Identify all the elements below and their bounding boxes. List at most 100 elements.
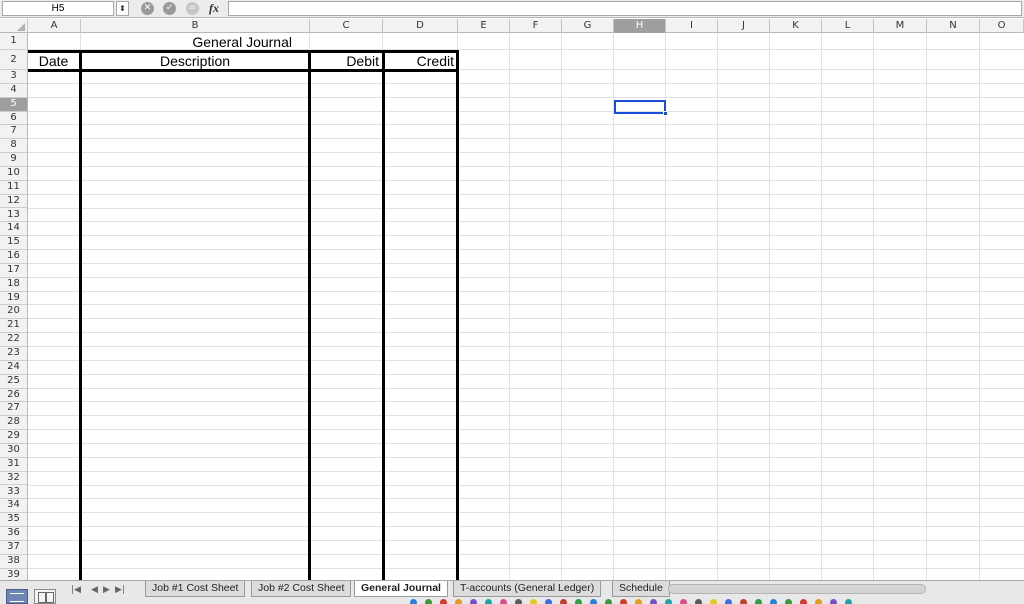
column-header-i[interactable]: I <box>666 19 718 33</box>
row-header-14[interactable]: 14 <box>0 222 27 237</box>
row-header-26[interactable]: 26 <box>0 389 27 403</box>
row-header-6[interactable]: 6 <box>0 112 27 126</box>
header-date[interactable]: Date <box>28 52 79 70</box>
row-header-3[interactable]: 3 <box>0 70 27 84</box>
row-header-30[interactable]: 30 <box>0 444 27 458</box>
confirm-icon[interactable]: ✓ <box>163 2 176 15</box>
column-header-l[interactable]: L <box>822 19 874 33</box>
grid-row-line <box>28 290 1024 292</box>
name-box-stepper-icon[interactable]: ⬍ <box>116 1 129 16</box>
cancel-icon[interactable]: ✕ <box>141 2 154 15</box>
header-description[interactable]: Description <box>82 52 308 70</box>
header-credit[interactable]: Credit <box>385 52 456 70</box>
column-header-c[interactable]: C <box>310 19 383 33</box>
row-header-2[interactable]: 2 <box>0 50 27 70</box>
sheet-tab-bar: |◀ ◀ ▶ ▶| Job #1 Cost Sheet Job #2 Cost … <box>0 580 1024 604</box>
select-all-button[interactable] <box>0 19 28 33</box>
grid-row-line <box>28 138 1024 140</box>
dock-app-icon <box>695 599 702 604</box>
page-layout-view-icon[interactable] <box>34 589 56 604</box>
row-header-13[interactable]: 13 <box>0 209 27 223</box>
row-header-8[interactable]: 8 <box>0 139 27 154</box>
column-header-j[interactable]: J <box>718 19 770 33</box>
dock-app-icon <box>815 599 822 604</box>
row-header-18[interactable]: 18 <box>0 278 27 292</box>
next-sheet-button[interactable]: ▶ <box>103 583 110 597</box>
column-header-n[interactable]: N <box>927 19 980 33</box>
horizontal-scrollbar[interactable] <box>668 584 926 594</box>
row-header-5[interactable]: 5 <box>0 97 27 112</box>
sheet-tab-schedule[interactable]: Schedule <box>612 581 670 597</box>
previous-sheet-button[interactable]: ◀ <box>91 583 98 597</box>
dock-app-icon <box>560 599 567 604</box>
row-header-1[interactable]: 1 <box>0 33 27 50</box>
row-header-20[interactable]: 20 <box>0 305 27 320</box>
grid-row-line <box>28 110 1024 112</box>
row-header-21[interactable]: 21 <box>0 319 27 334</box>
sheet-tab-job-1[interactable]: Job #1 Cost Sheet <box>145 581 246 597</box>
row-header-32[interactable]: 32 <box>0 472 27 486</box>
function-icon[interactable]: = <box>186 2 199 15</box>
row-header-27[interactable]: 27 <box>0 402 27 417</box>
grid-row-line <box>28 96 1024 98</box>
grid-row-line <box>28 401 1024 403</box>
header-debit[interactable]: Debit <box>311 52 381 70</box>
formula-input[interactable] <box>228 1 1022 16</box>
row-header-31[interactable]: 31 <box>0 458 27 472</box>
row-header-9[interactable]: 9 <box>0 153 27 167</box>
row-header-24[interactable]: 24 <box>0 361 27 375</box>
row-header-35[interactable]: 35 <box>0 513 27 528</box>
row-header-17[interactable]: 17 <box>0 264 27 278</box>
insert-function-icon[interactable]: fx <box>209 0 219 17</box>
last-sheet-button[interactable]: ▶| <box>115 583 125 597</box>
column-header-b[interactable]: B <box>81 19 310 33</box>
row-header-22[interactable]: 22 <box>0 333 27 347</box>
row-header-11[interactable]: 11 <box>0 181 27 195</box>
column-header-e[interactable]: E <box>458 19 510 33</box>
dock-app-icon <box>605 599 612 604</box>
row-header-25[interactable]: 25 <box>0 375 27 389</box>
column-header-a[interactable]: A <box>28 19 81 33</box>
row-header-39[interactable]: 39 <box>0 569 27 580</box>
grid-row-line <box>28 165 1024 167</box>
name-box[interactable]: H5 <box>2 1 114 16</box>
spreadsheet-grid[interactable]: General Journal Date Description Debit C… <box>28 33 1024 580</box>
column-header-h[interactable]: H <box>614 19 666 33</box>
fill-handle[interactable] <box>663 111 668 116</box>
column-header-o[interactable]: O <box>980 19 1024 33</box>
row-header-10[interactable]: 10 <box>0 167 27 181</box>
normal-view-icon[interactable] <box>6 589 28 604</box>
row-header-16[interactable]: 16 <box>0 250 27 264</box>
grid-row-line <box>28 82 1024 84</box>
journal-border-description-right <box>308 50 311 580</box>
row-header-37[interactable]: 37 <box>0 541 27 555</box>
row-header-34[interactable]: 34 <box>0 499 27 514</box>
sheet-tab-general-journal[interactable]: General Journal <box>354 581 448 597</box>
row-header-19[interactable]: 19 <box>0 292 27 306</box>
selected-cell-h5[interactable] <box>614 100 666 114</box>
first-sheet-button[interactable]: |◀ <box>71 583 81 597</box>
column-header-k[interactable]: K <box>770 19 822 33</box>
row-header-28[interactable]: 28 <box>0 416 27 431</box>
row-header-4[interactable]: 4 <box>0 84 27 98</box>
row-header-38[interactable]: 38 <box>0 555 27 569</box>
dock-app-icon <box>515 599 522 604</box>
row-header-33[interactable]: 33 <box>0 486 27 500</box>
row-header-7[interactable]: 7 <box>0 125 27 140</box>
journal-title[interactable]: General Journal <box>82 33 308 51</box>
dock-app-icon <box>800 599 807 604</box>
column-header-m[interactable]: M <box>874 19 927 33</box>
row-header-29[interactable]: 29 <box>0 430 27 444</box>
sheet-tab-job-2[interactable]: Job #2 Cost Sheet <box>251 581 352 597</box>
column-header-g[interactable]: G <box>562 19 614 33</box>
grid-column-line <box>769 33 770 580</box>
dock-app-icon <box>410 599 417 604</box>
row-header-36[interactable]: 36 <box>0 527 27 541</box>
row-header-12[interactable]: 12 <box>0 195 27 209</box>
dock-app-icon <box>725 599 732 604</box>
sheet-tab-t-accounts[interactable]: T-accounts (General Ledger) <box>453 581 602 597</box>
row-header-15[interactable]: 15 <box>0 236 27 251</box>
column-header-f[interactable]: F <box>510 19 562 33</box>
row-header-23[interactable]: 23 <box>0 347 27 361</box>
column-header-d[interactable]: D <box>383 19 458 33</box>
